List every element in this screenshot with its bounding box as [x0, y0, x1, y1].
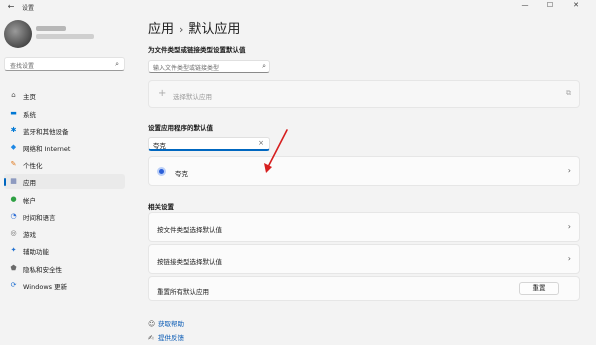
sidebar-item-system[interactable]: ▬ 系统 — [4, 106, 125, 121]
choose-default-app-card: + 选择默认应用 ⧉ — [148, 80, 580, 108]
open-external-icon: ⧉ — [566, 89, 571, 97]
quark-app-card[interactable]: 夸克 › — [148, 156, 580, 186]
filetype-search-input[interactable]: 输入文件类型或链接类型 ⌕ — [148, 60, 270, 73]
quark-app-icon — [157, 167, 166, 176]
back-arrow-icon[interactable]: ← — [6, 2, 16, 12]
clear-icon[interactable]: × — [258, 139, 264, 147]
page-title: 默认应用 — [188, 22, 241, 37]
chevron-right-icon: › — [179, 23, 184, 36]
choose-default-label: 选择默认应用 — [173, 93, 212, 101]
sidebar-item-label: 蓝牙和其他设备 — [23, 128, 69, 136]
apps-icon: ▦ — [10, 177, 17, 185]
sidebar-item-home[interactable]: ⌂ 主页 — [4, 88, 125, 103]
choose-by-filetype-card[interactable]: 按文件类型选择默认值 › — [148, 212, 580, 242]
help-icon: ☺ — [148, 320, 156, 328]
filetype-heading: 为文件类型或链接类型设置默认值 — [148, 46, 246, 54]
sidebar-item-label: 帐户 — [23, 197, 36, 205]
related-settings-heading: 相关设置 — [148, 203, 174, 211]
chevron-right-icon: › — [567, 166, 571, 175]
active-indicator — [4, 178, 6, 186]
settings-search-placeholder: 查找设置 — [10, 63, 35, 70]
feedback-icon: ✍ — [148, 334, 154, 342]
settings-search-input[interactable]: 查找设置 ⌕ — [4, 57, 125, 71]
windows-update-icon: ⟳ — [10, 281, 17, 289]
quark-app-name: 夸克 — [175, 170, 188, 178]
personalization-icon: ✎ — [10, 160, 17, 168]
sidebar-item-label: 系统 — [23, 111, 36, 119]
sidebar-item-accounts[interactable]: ● 帐户 — [4, 192, 125, 207]
sidebar-item-label: 辅助功能 — [23, 248, 49, 256]
sidebar-item-label: 应用 — [23, 179, 36, 187]
sidebar-item-label: 隐私和安全性 — [23, 266, 62, 274]
chevron-right-icon: › — [567, 222, 571, 231]
main-content: 应用 › 默认应用 为文件类型或链接类型设置默认值 输入文件类型或链接类型 ⌕ + … — [148, 0, 588, 345]
app-search-value: 夸克 — [153, 142, 166, 150]
sidebar-item-privacy[interactable]: ⬟ 隐私和安全性 — [4, 261, 125, 276]
reset-defaults-card: 重置所有默认应用 重置 — [148, 276, 580, 301]
choose-by-linktype-label: 按链接类型选择默认值 — [157, 258, 222, 266]
gaming-icon: ◎ — [10, 229, 17, 237]
system-icon: ▬ — [10, 109, 17, 117]
chevron-right-icon: › — [567, 254, 571, 263]
sidebar-item-label: 游戏 — [23, 231, 36, 239]
breadcrumb-apps[interactable]: 应用 — [148, 22, 174, 37]
sidebar-item-time-language[interactable]: ◔ 时间和语言 — [4, 209, 125, 224]
bluetooth-icon: ✱ — [10, 126, 17, 134]
sidebar-item-gaming[interactable]: ◎ 游戏 — [4, 226, 125, 241]
choose-by-filetype-label: 按文件类型选择默认值 — [157, 226, 222, 234]
sidebar-item-network[interactable]: ◆ 网络和 Internet — [4, 140, 125, 155]
sidebar-item-personalization[interactable]: ✎ 个性化 — [4, 157, 125, 172]
give-feedback-link[interactable]: ✍ 提供反馈 — [148, 332, 184, 342]
search-icon: ⌕ — [262, 62, 266, 70]
sidebar-item-bluetooth[interactable]: ✱ 蓝牙和其他设备 — [4, 123, 125, 138]
network-icon: ◆ — [10, 143, 17, 151]
get-help-link[interactable]: ☺ 获取帮助 — [148, 318, 184, 328]
sidebar-item-label: 时间和语言 — [23, 214, 56, 222]
sidebar-item-label: Windows 更新 — [23, 283, 68, 291]
user-name-redacted — [36, 26, 66, 31]
time-language-icon: ◔ — [10, 212, 17, 220]
apps-default-heading: 设置应用程序的默认值 — [148, 124, 213, 132]
sidebar-item-label: 主页 — [23, 93, 36, 101]
breadcrumb: 应用 › 默认应用 — [148, 18, 240, 37]
sidebar-item-label: 网络和 Internet — [23, 145, 71, 153]
accounts-icon: ● — [10, 195, 17, 203]
sidebar-item-windows-update[interactable]: ⟳ Windows 更新 — [4, 278, 125, 293]
plus-icon: + — [158, 88, 167, 99]
reset-button[interactable]: 重置 — [519, 282, 559, 295]
user-profile[interactable] — [4, 20, 134, 50]
window-title: 设置 — [22, 5, 35, 12]
choose-by-linktype-card[interactable]: 按链接类型选择默认值 › — [148, 244, 580, 274]
filetype-search-placeholder: 输入文件类型或链接类型 — [153, 65, 220, 72]
sidebar-item-accessibility[interactable]: ✦ 辅助功能 — [4, 243, 125, 258]
sidebar-item-label: 个性化 — [23, 162, 43, 170]
home-icon: ⌂ — [11, 91, 16, 99]
app-search-input[interactable]: 夸克 × — [148, 137, 270, 151]
avatar — [4, 20, 32, 48]
sidebar-item-apps[interactable]: ▦ 应用 — [4, 174, 125, 189]
give-feedback-label: 提供反馈 — [158, 334, 184, 342]
search-icon: ⌕ — [115, 60, 119, 68]
user-email-redacted — [36, 34, 94, 39]
accessibility-icon: ✦ — [10, 246, 17, 254]
get-help-label: 获取帮助 — [158, 320, 184, 328]
reset-defaults-label: 重置所有默认应用 — [157, 288, 209, 296]
privacy-icon: ⬟ — [10, 264, 17, 272]
